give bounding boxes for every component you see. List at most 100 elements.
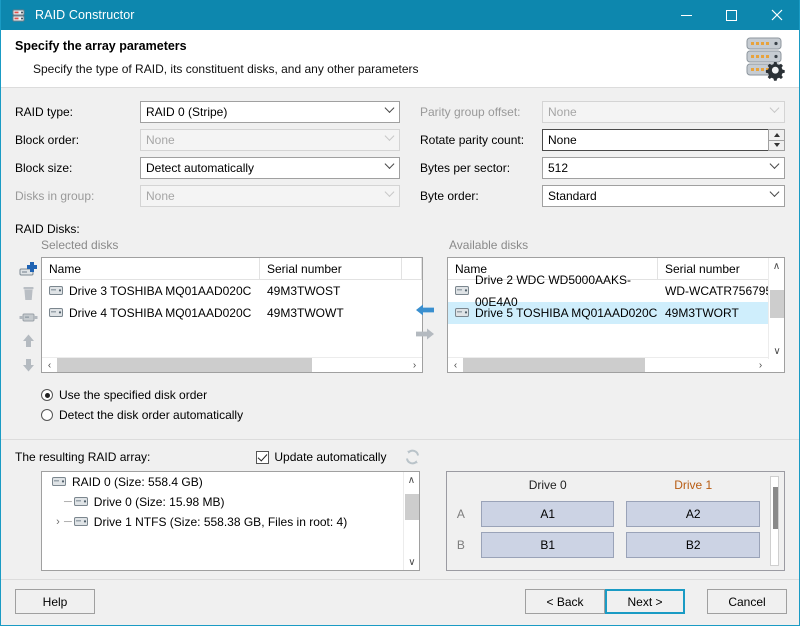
rotate-parity-count-spinbox[interactable]: None (542, 129, 785, 151)
scroll-down-icon[interactable]: ∨ (404, 554, 419, 570)
selected-disks-caption: Selected disks (41, 238, 119, 252)
field-label: RAID type: (15, 105, 74, 119)
page-banner: Specify the array parameters Specify the… (1, 30, 799, 88)
disk-name-cell: Drive 5 TOSHIBA MQ01AAD020C (448, 302, 658, 324)
disk-icon (49, 302, 63, 324)
radio-label: Detect the disk order automatically (59, 408, 244, 422)
column-header-serial[interactable]: Serial number (658, 258, 784, 280)
stripe-cell[interactable]: B2 (626, 531, 760, 558)
scroll-up-icon[interactable]: ∧ (404, 472, 419, 488)
disk-icon (455, 302, 469, 324)
table-row[interactable]: Drive 2 WDC WD5000AAKS-00E4A0 WD-WCATR75… (448, 273, 784, 309)
page-title: Specify the array parameters (15, 39, 187, 53)
column-header-name[interactable]: Name (42, 258, 260, 280)
hscroll-track[interactable] (57, 357, 407, 372)
selected-disks-listbox[interactable]: Name Serial number Drive 3 TOSHIBA MQ01A… (41, 257, 423, 373)
scroll-up-icon[interactable]: ∧ (769, 258, 784, 274)
hscroll-thumb[interactable] (57, 357, 312, 372)
stripe-map-header: Drive 0 Drive 1 (447, 472, 784, 498)
stripe-cell[interactable]: B1 (480, 531, 615, 558)
disk-icon (52, 475, 66, 489)
combobox-value: 512 (548, 161, 569, 175)
remove-disk-icon (15, 305, 41, 329)
raid-type-combobox[interactable]: RAID 0 (Stripe) (140, 101, 400, 123)
cell-text: Drive 3 TOSHIBA MQ01AAD020C (69, 284, 252, 298)
radio-icon[interactable] (41, 389, 53, 401)
vscroll-thumb[interactable] (770, 290, 784, 318)
disk-serial-cell: WD-WCATR7567953 (665, 284, 779, 298)
available-disks-listbox[interactable]: Name Serial number Drive 2 WDC WD5000AAK… (447, 257, 785, 373)
tree-node-label: Drive 0 (Size: 15.98 MB) (93, 495, 225, 509)
stripe-column-drive0: Drive 0 (528, 478, 567, 492)
disks-in-group-combobox: None (140, 185, 400, 207)
checkbox-label: Update automatically (274, 450, 387, 464)
scroll-left-icon[interactable]: ‹ (448, 360, 463, 371)
block-size-combobox[interactable]: Detect automatically (140, 157, 400, 179)
chevron-down-icon (384, 187, 395, 197)
disk-toolbar (15, 257, 41, 377)
scroll-right-icon[interactable]: › (407, 360, 422, 371)
combobox-value: Detect automatically (146, 161, 255, 175)
scroll-left-icon[interactable]: ‹ (42, 360, 57, 371)
back-button[interactable]: < Back (525, 589, 605, 614)
selected-disks-hscrollbar[interactable]: ‹ › (42, 357, 422, 372)
vscroll-thumb[interactable] (773, 487, 778, 529)
arrow-left-icon[interactable] (413, 298, 437, 322)
disk-order-options: Use the specified disk order Detect the … (41, 385, 799, 425)
add-disk-icon[interactable] (15, 257, 41, 281)
tree-node-drive1[interactable]: › ─ Drive 1 NTFS (Size: 558.38 GB, Files… (42, 512, 419, 532)
window-controls (664, 0, 799, 30)
raid-servers-gear-icon (731, 36, 787, 87)
disk-icon (73, 515, 88, 529)
tree-vscrollbar[interactable]: ∧ ∨ (402, 472, 419, 570)
field-raid-type: RAID type: RAID 0 (Stripe) (15, 100, 400, 124)
available-disks-vscrollbar[interactable]: ∧ ∨ (768, 258, 784, 359)
raid-array-tree[interactable]: RAID 0 (Size: 558.4 GB) ─ Drive 0 (Size:… (41, 471, 420, 571)
minimize-button[interactable] (664, 0, 709, 30)
scroll-right-icon[interactable]: › (753, 360, 768, 371)
arrow-right-icon (413, 322, 437, 346)
hscroll-track[interactable] (463, 357, 753, 372)
maximize-button[interactable] (709, 0, 754, 30)
checkbox-icon[interactable] (256, 450, 270, 464)
field-block-order: Block order: None (15, 128, 400, 152)
stripe-cell[interactable]: A1 (480, 500, 615, 527)
combobox-value: Standard (548, 189, 597, 203)
parameters-section: RAID type: RAID 0 (Stripe) Block order: … (1, 88, 799, 212)
radio-use-specified-order[interactable]: Use the specified disk order (41, 385, 799, 405)
tree-expander[interactable]: › (52, 516, 64, 528)
available-disks-hscrollbar[interactable]: ‹ › (448, 357, 768, 372)
byte-order-combobox[interactable]: Standard (542, 185, 785, 207)
table-row[interactable]: Drive 5 TOSHIBA MQ01AAD020C 49M3TWORT (448, 302, 784, 324)
close-button[interactable] (754, 0, 799, 30)
field-block-size: Block size: Detect automatically (15, 156, 400, 180)
combobox-value: RAID 0 (Stripe) (146, 105, 228, 119)
next-button[interactable]: Next > (605, 589, 685, 614)
scroll-down-icon[interactable]: ∨ (769, 343, 784, 359)
spinner-up-icon[interactable] (768, 129, 785, 140)
disk-icon (73, 495, 88, 509)
result-body: RAID 0 (Size: 558.4 GB) ─ Drive 0 (Size:… (1, 465, 799, 571)
help-button[interactable]: Help (15, 589, 95, 614)
vscroll-thumb[interactable] (404, 494, 419, 520)
tree-node-drive0[interactable]: ─ Drive 0 (Size: 15.98 MB) (42, 492, 419, 512)
stripe-cell[interactable]: A2 (626, 500, 760, 527)
bytes-per-sector-combobox[interactable]: 512 (542, 157, 785, 179)
raid-server-icon (11, 8, 26, 23)
column-header-serial[interactable]: Serial number (260, 258, 402, 280)
update-automatically-checkbox[interactable]: Update automatically (256, 450, 386, 464)
spinbox-value[interactable]: None (542, 129, 768, 151)
tree-node-raid0[interactable]: RAID 0 (Size: 558.4 GB) (42, 472, 419, 492)
spinner-down-icon[interactable] (768, 139, 785, 151)
hscroll-thumb[interactable] (463, 357, 645, 372)
disk-name-cell: Drive 3 TOSHIBA MQ01AAD020C (42, 280, 260, 302)
stripe-map-vscrollbar[interactable] (770, 476, 779, 566)
cancel-button[interactable]: Cancel (707, 589, 787, 614)
radio-detect-order-automatically[interactable]: Detect the disk order automatically (41, 405, 799, 425)
footer-buttons: Help < Back Next > Cancel (1, 580, 799, 625)
table-row[interactable]: Drive 3 TOSHIBA MQ01AAD020C 49M3TWOST (42, 280, 422, 302)
stripe-column-drive1: Drive 1 (674, 478, 713, 492)
table-row[interactable]: Drive 4 TOSHIBA MQ01AAD020C 49M3TWOWT (42, 302, 422, 324)
radio-icon[interactable] (41, 409, 53, 421)
field-disks-in-group: Disks in group: None (15, 184, 400, 208)
